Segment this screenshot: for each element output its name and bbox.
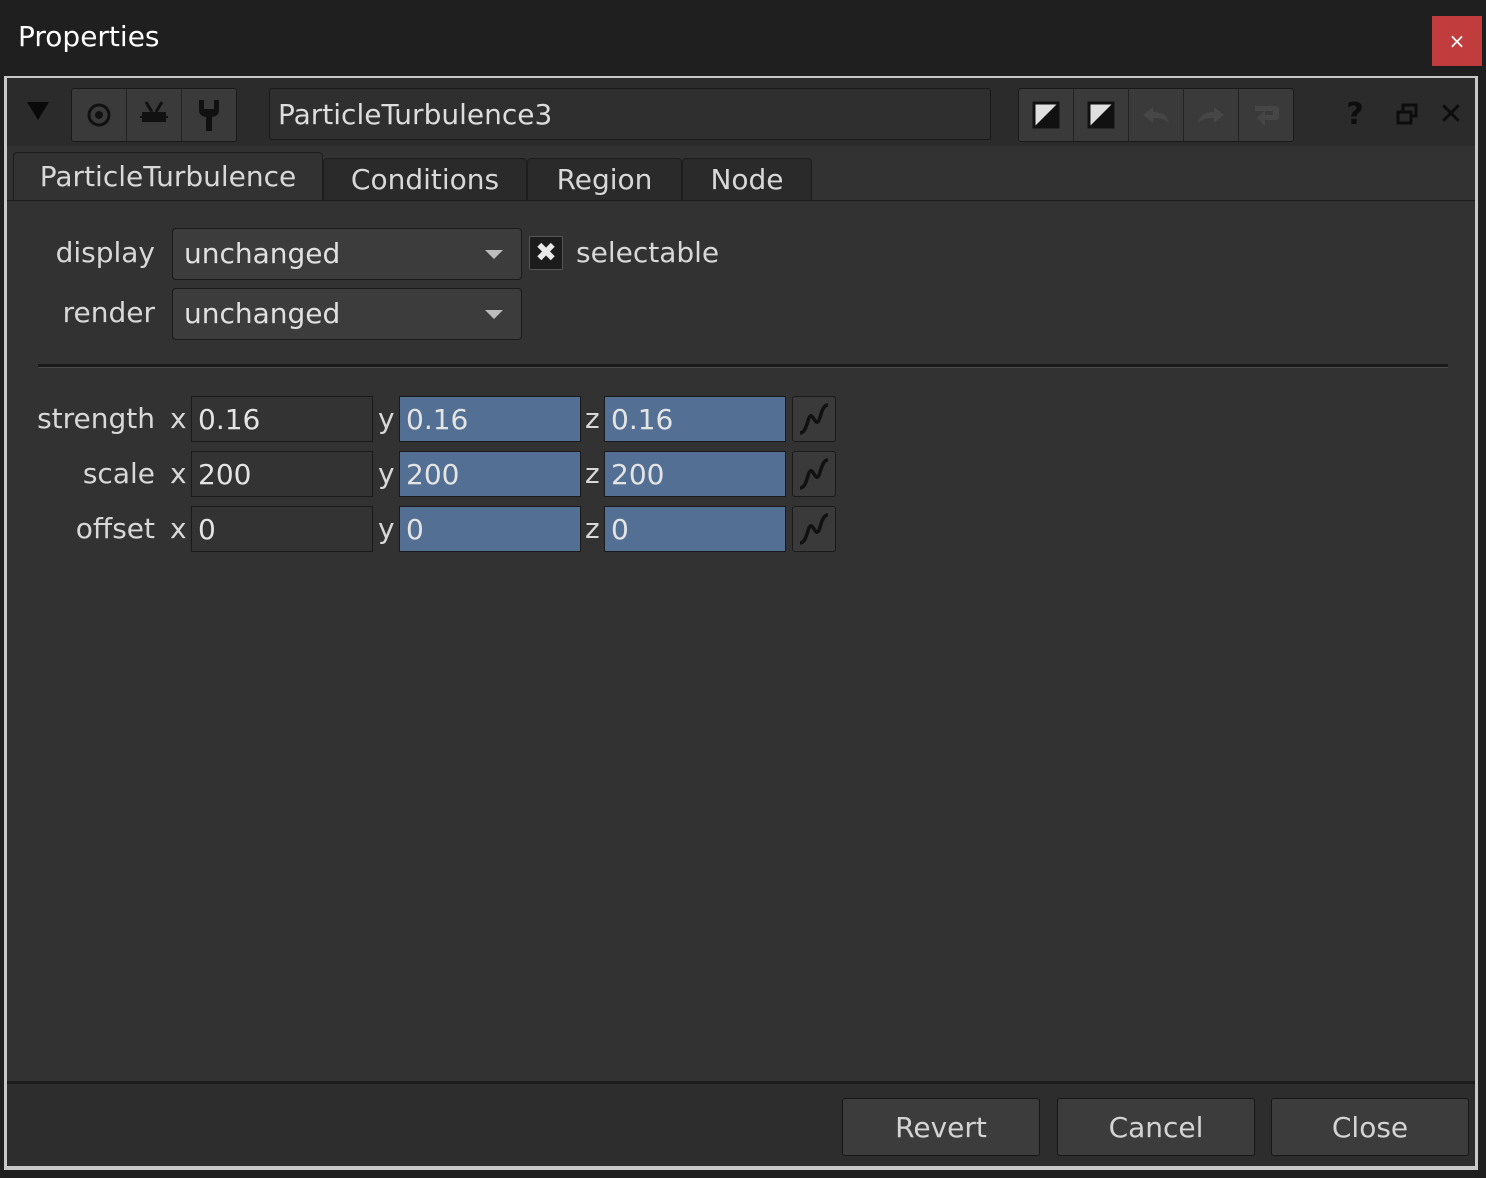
tab-divider xyxy=(7,200,1475,201)
axis-z-label: z xyxy=(585,512,600,545)
value-toggle-icon[interactable] xyxy=(1074,89,1129,141)
value-toggle-icon[interactable] xyxy=(1019,89,1074,141)
collapse-icon[interactable] xyxy=(27,102,49,120)
node-tools-group xyxy=(71,88,237,142)
undo-icon[interactable] xyxy=(1129,89,1184,141)
tab-bar: ParticleTurbulence Conditions Region Nod… xyxy=(7,152,1475,200)
offset-x-input[interactable]: 0 xyxy=(191,506,373,552)
chevron-down-icon xyxy=(485,250,503,259)
scale-y-input[interactable]: 200 xyxy=(399,451,581,497)
float-panel-icon[interactable] xyxy=(1389,94,1425,134)
tab-conditions[interactable]: Conditions xyxy=(323,158,527,200)
value-tools-group xyxy=(1018,88,1294,142)
panel-close-icon[interactable]: ✕ xyxy=(1433,94,1469,134)
offset-label: offset xyxy=(75,512,155,545)
section-divider xyxy=(38,364,1448,368)
axis-z-label: z xyxy=(585,457,600,490)
strength-z-input[interactable]: 0.16 xyxy=(604,396,786,442)
strength-y-input[interactable]: 0.16 xyxy=(399,396,581,442)
panel-toolbar: ParticleTurbulence3 ? ✕ xyxy=(7,78,1475,146)
properties-panel: ParticleTurbulence3 ? ✕ ParticleTurbulen… xyxy=(7,78,1475,1166)
scale-z-input[interactable]: 200 xyxy=(604,451,786,497)
display-label: display xyxy=(55,236,155,269)
redo-icon[interactable] xyxy=(1184,89,1239,141)
axis-z-label: z xyxy=(585,402,600,435)
axis-y-label: y xyxy=(378,402,395,435)
strength-x-input[interactable]: 0.16 xyxy=(191,396,373,442)
window-close-button[interactable]: × xyxy=(1432,16,1482,66)
axis-x-label: x xyxy=(170,512,187,545)
axis-x-label: x xyxy=(170,457,187,490)
target-icon[interactable] xyxy=(72,89,127,141)
tab-region[interactable]: Region xyxy=(527,158,682,200)
cancel-button[interactable]: Cancel xyxy=(1057,1098,1255,1156)
axis-x-label: x xyxy=(170,402,187,435)
display-dropdown[interactable]: unchanged xyxy=(172,228,522,280)
title-bar: Properties × xyxy=(0,0,1486,76)
help-icon[interactable]: ? xyxy=(1337,94,1373,134)
node-name-input[interactable]: ParticleTurbulence3 xyxy=(269,88,991,140)
curve-icon[interactable] xyxy=(792,506,836,552)
footer-bar: Revert Cancel Close xyxy=(7,1084,1475,1166)
render-dropdown[interactable]: unchanged xyxy=(172,288,522,340)
revert-button[interactable]: Revert xyxy=(842,1098,1040,1156)
chevron-down-icon xyxy=(485,310,503,319)
strength-label: strength xyxy=(37,402,155,435)
revert-icon[interactable] xyxy=(1239,89,1293,141)
close-button[interactable]: Close xyxy=(1271,1098,1469,1156)
axis-y-label: y xyxy=(378,512,395,545)
antenna-icon[interactable] xyxy=(127,89,182,141)
curve-icon[interactable] xyxy=(792,396,836,442)
wrench-icon[interactable] xyxy=(182,89,236,141)
offset-z-input[interactable]: 0 xyxy=(604,506,786,552)
offset-y-input[interactable]: 0 xyxy=(399,506,581,552)
display-value: unchanged xyxy=(184,237,341,270)
tab-particleturbulence[interactable]: ParticleTurbulence xyxy=(13,152,323,200)
render-label: render xyxy=(62,296,155,329)
selectable-checkbox[interactable]: ✖ xyxy=(529,236,563,270)
curve-icon[interactable] xyxy=(792,451,836,497)
render-value: unchanged xyxy=(184,297,341,330)
axis-y-label: y xyxy=(378,457,395,490)
tab-node[interactable]: Node xyxy=(682,158,812,200)
selectable-label: selectable xyxy=(576,236,720,269)
window-title: Properties xyxy=(18,20,160,53)
scale-x-input[interactable]: 200 xyxy=(191,451,373,497)
scale-label: scale xyxy=(82,457,155,490)
